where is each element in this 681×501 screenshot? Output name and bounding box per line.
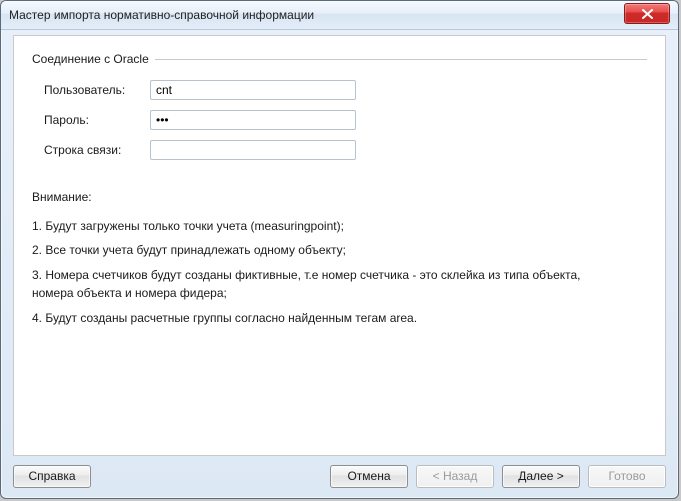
back-button: < Назад	[416, 465, 494, 488]
group-header: Соединение с Oracle	[32, 52, 647, 66]
main-panel: Соединение с Oracle Пользователь: Пароль…	[13, 35, 666, 456]
titlebar[interactable]: Мастер импорта нормативно-справочной инф…	[1, 1, 678, 30]
password-label: Пароль:	[32, 113, 150, 127]
group-legend: Соединение с Oracle	[32, 52, 149, 66]
user-label: Пользователь:	[32, 83, 150, 97]
group-separator	[155, 59, 647, 60]
oracle-connection-group: Соединение с Oracle Пользователь: Пароль…	[32, 52, 647, 160]
connection-form: Пользователь: Пароль: Строка связи:	[32, 80, 647, 160]
help-button[interactable]: Справка	[13, 465, 91, 488]
client-area: Соединение с Oracle Пользователь: Пароль…	[7, 35, 672, 456]
connstr-row: Строка связи:	[32, 140, 647, 160]
notice-item: 2. Все точки учета будут принадлежать од…	[32, 241, 592, 260]
password-row: Пароль:	[32, 110, 647, 130]
wizard-window: Мастер импорта нормативно-справочной инф…	[0, 0, 679, 499]
next-button[interactable]: Далее >	[502, 465, 580, 488]
password-input[interactable]	[150, 110, 356, 130]
connstr-label: Строка связи:	[32, 143, 150, 157]
cancel-button[interactable]: Отмена	[330, 465, 408, 488]
notice-item: 3. Номера счетчиков будут созданы фиктив…	[32, 266, 592, 303]
notice-item: 4. Будут созданы расчетные группы соглас…	[32, 309, 592, 328]
finish-button: Готово	[588, 465, 666, 488]
notice-item: 1. Будут загружены только точки учета (m…	[32, 217, 592, 236]
notice-block: Внимание: 1. Будут загружены только точк…	[32, 188, 647, 328]
window-title: Мастер импорта нормативно-справочной инф…	[9, 8, 624, 22]
connstr-input[interactable]	[150, 140, 356, 160]
user-input[interactable]	[150, 80, 356, 100]
close-icon	[642, 9, 653, 19]
user-row: Пользователь:	[32, 80, 647, 100]
wizard-footer: Справка Отмена < Назад Далее > Готово	[7, 460, 672, 492]
window-close-button[interactable]	[624, 3, 670, 24]
notice-title: Внимание:	[32, 188, 647, 207]
